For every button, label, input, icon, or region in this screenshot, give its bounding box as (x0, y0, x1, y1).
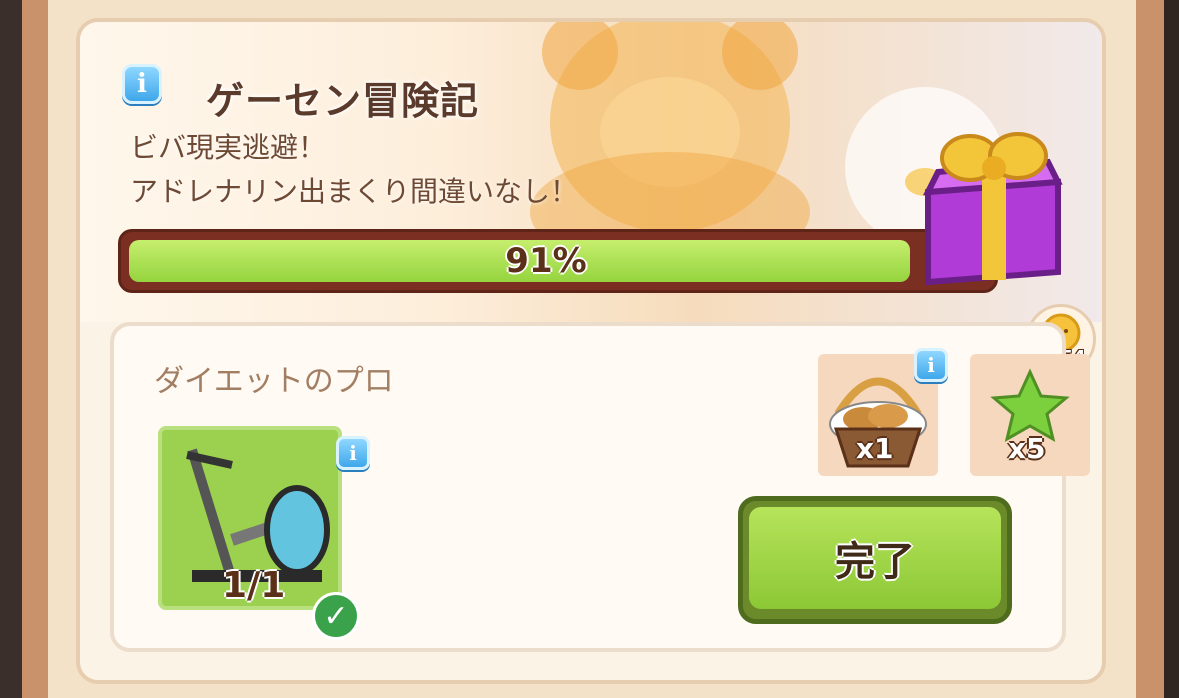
required-item-tile[interactable]: 1/1 ✓ (158, 426, 360, 640)
bear-illustration-icon (530, 22, 810, 262)
event-card: i ゲーセン冒険記 ビバ現実逃避！ アドレナリン出まくり間違いなし！ 91% x… (76, 18, 1106, 684)
screen-edge (1164, 0, 1179, 698)
event-progress-bar: 91% (118, 229, 998, 293)
gift-box-icon[interactable] (908, 122, 1078, 292)
mission-name: ダイエットのプロ (154, 364, 394, 399)
reward-1-quantity: x1 (856, 432, 894, 465)
reward-slot-2[interactable]: x5 (970, 354, 1090, 476)
progress-label: 91% (505, 241, 587, 281)
complete-button[interactable]: 完了 (738, 496, 1012, 624)
reward-info-icon[interactable]: i (914, 348, 948, 382)
event-title: ゲーセン冒険記 (206, 79, 480, 123)
required-item-count: 1/1 (222, 565, 286, 606)
mission-panel: ダイエットのプロ 1/1 ✓ i x1 i x5 完了 (110, 322, 1090, 652)
event-description-line1: ビバ現実逃避！ (130, 131, 327, 164)
complete-button-label: 完了 (749, 507, 1001, 609)
event-info-icon[interactable]: i (122, 64, 162, 104)
event-description-line2: アドレナリン出まくり間違いなし！ (130, 175, 579, 208)
reward-2-quantity: x5 (1008, 432, 1046, 465)
checkmark-icon: ✓ (312, 592, 360, 640)
item-info-icon[interactable]: i (336, 436, 370, 470)
